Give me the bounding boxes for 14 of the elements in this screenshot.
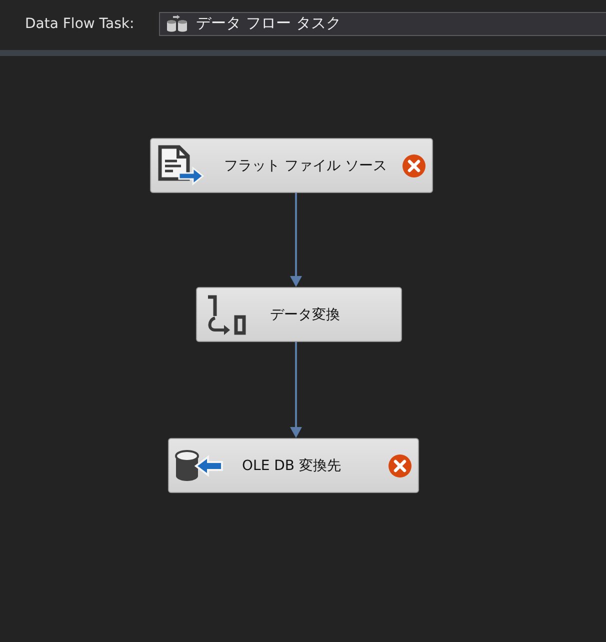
document-arrow-icon <box>157 144 205 186</box>
task-label: Data Flow Task: <box>25 16 134 32</box>
task-dropdown[interactable]: データ フロー タスク <box>159 12 606 36</box>
transform-node[interactable]: データ変換 <box>196 287 402 342</box>
node-label: OLE DB 変換先 <box>242 456 341 474</box>
database-arrow-icon <box>174 448 224 482</box>
connector-arrow[interactable] <box>290 193 302 287</box>
connector-arrow[interactable] <box>290 342 302 438</box>
database-pair-icon <box>166 14 188 32</box>
hook-arrow-icon <box>205 294 249 336</box>
destination-node[interactable]: OLE DB 変換先 <box>168 438 419 493</box>
node-label: フラット ファイル ソース <box>224 156 387 174</box>
node-label: データ変換 <box>270 306 340 324</box>
source-node[interactable]: フラット ファイル ソース <box>150 138 433 193</box>
